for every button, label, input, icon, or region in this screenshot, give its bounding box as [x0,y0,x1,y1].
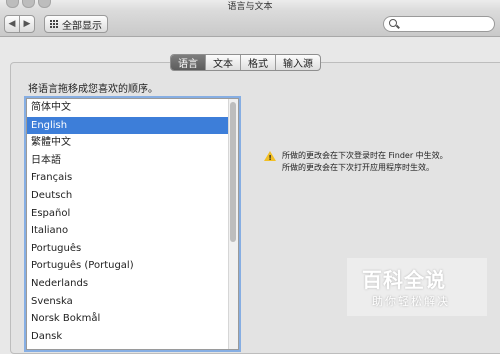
language-item[interactable]: Dansk [27,328,238,346]
tab-language[interactable]: 语言 [171,55,206,70]
language-item[interactable]: 日本語 [27,152,238,170]
tab-input-sources[interactable]: 输入源 [276,55,320,70]
show-all-button[interactable]: 全部显示 [44,15,108,33]
language-list[interactable]: 简体中文 English 繁體中文 日本語 Français Deutsch E… [26,98,239,350]
watermark-subtitle: 助你轻松解决 [372,295,450,308]
language-item[interactable]: Italiano [27,222,238,240]
language-item[interactable]: Français [27,169,238,187]
instruction-text: 将语言拖移成您喜欢的顺序。 [28,84,158,95]
tab-formats[interactable]: 格式 [241,55,276,70]
window-title: 语言与文本 [227,2,273,12]
warning-line-1: 所做的更改会在下次登录时在 Finder 中生效。 [282,151,448,160]
watermark: 百科全说 助你轻松解决 [347,258,487,316]
back-arrow-icon: ◀ [8,19,16,29]
search-field[interactable] [383,16,495,32]
scrollbar-thumb[interactable] [230,102,236,242]
show-all-label: 全部显示 [62,20,102,32]
list-scrollbar[interactable] [228,99,238,349]
language-item[interactable]: Português (Portugal) [27,257,238,275]
language-item[interactable]: 繁體中文 [27,134,238,152]
toolbar: ◀ ▶ 全部显示 [0,12,500,37]
warning-icon [264,151,276,164]
watermark-title: 百科全说 [362,268,446,292]
title-bar: 语言与文本 [0,0,500,12]
language-item-selected[interactable]: English [27,116,238,135]
forward-arrow-icon: ▶ [23,19,31,29]
grid-icon [50,19,59,29]
language-item[interactable]: Português [27,240,238,258]
warning-line-2: 所做的更改会在下次打开应用程序时生效。 [282,163,434,172]
language-item[interactable]: Español [27,205,238,223]
tab-text[interactable]: 文本 [206,55,241,70]
tab-bar: 语言 文本 格式 输入源 [170,54,321,71]
language-item[interactable]: Norsk Bokmål [27,310,238,328]
back-button[interactable]: ◀ [4,15,20,33]
language-item[interactable]: 简体中文 [27,99,238,117]
search-icon [389,19,397,27]
forward-button[interactable]: ▶ [19,15,35,33]
language-item[interactable]: Nederlands [27,275,238,293]
language-item[interactable]: Deutsch [27,187,238,205]
language-item[interactable]: Svenska [27,293,238,311]
